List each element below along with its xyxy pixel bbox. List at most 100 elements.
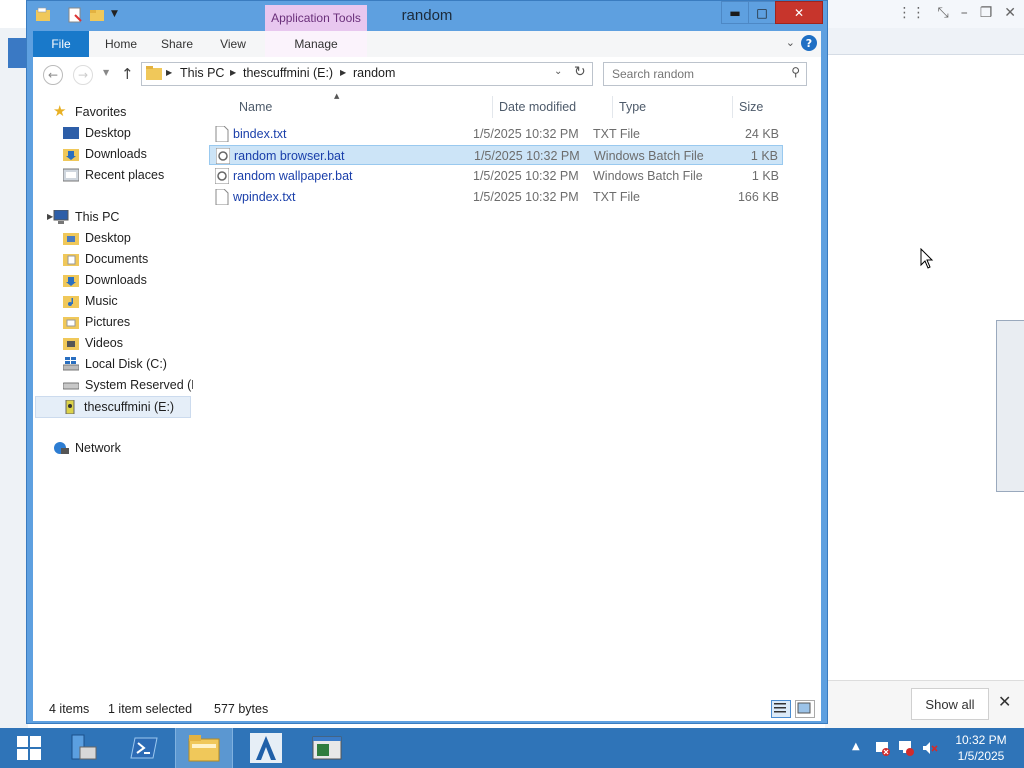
status-item-count: 4 items [49, 702, 90, 716]
taskbar-powershell[interactable] [115, 728, 173, 768]
column-type[interactable]: Type [613, 96, 733, 118]
ribbon-tabs: File Home Share View Manage ⌄ ? [33, 31, 821, 58]
volume-icon[interactable] [922, 740, 938, 756]
maximize-button[interactable]: □ [748, 1, 776, 24]
downloads-folder-icon [63, 275, 79, 287]
nav-pc-local-disk[interactable]: Local Disk (C:) [63, 354, 193, 374]
background-accent [8, 38, 28, 68]
minimize-button[interactable]: ▬ [721, 1, 749, 24]
network-icon [54, 442, 69, 454]
nav-pc-desktop[interactable]: Desktop [63, 228, 193, 248]
breadcrumb-this-pc[interactable]: This PC [180, 66, 224, 80]
address-dropdown-icon[interactable]: ⌄ [554, 66, 562, 77]
forward-button[interactable]: → [73, 65, 93, 85]
file-row-selected[interactable]: random browser.bat 1/5/2025 10:32 PM Win… [209, 145, 783, 165]
details-view-icon [774, 703, 786, 713]
nav-favorites[interactable]: ★ Favorites [53, 102, 193, 122]
nav-item-label: Desktop [85, 126, 131, 140]
nav-item-label: Desktop [85, 231, 131, 245]
refresh-icon[interactable]: ↻ [574, 64, 586, 80]
nav-item-label: System Reserved (D: [85, 378, 193, 392]
file-row[interactable]: bindex.txt 1/5/2025 10:32 PM TXT File 24… [209, 124, 783, 144]
action-center-icon[interactable] [874, 740, 890, 756]
explorer-window: ▼ Application Tools random ▬ □ ✕ File Ho… [26, 0, 828, 724]
clock-time: 10:32 PM [955, 733, 1007, 747]
restore-icon[interactable]: ❐ [980, 5, 993, 21]
nav-pc-downloads[interactable]: Downloads [63, 270, 193, 290]
nav-item-label: thescuffmini (E:) [84, 400, 175, 414]
address-bar[interactable]: ▶ This PC ▶ thescuffmini (E:) ▶ random ⌄… [141, 62, 593, 86]
show-all-button[interactable]: Show all [911, 688, 989, 720]
minimize-icon[interactable]: – [961, 5, 968, 21]
up-button[interactable]: ↑ [121, 65, 134, 83]
title-bar[interactable]: ▼ Application Tools random ▬ □ ✕ [27, 1, 827, 31]
close-button[interactable]: ✕ [775, 1, 823, 24]
nav-favorites-label: Favorites [75, 105, 127, 119]
search-icon[interactable]: ⚲ [791, 65, 800, 79]
tab-share[interactable]: Share [149, 31, 205, 57]
file-date: 1/5/2025 10:32 PM [473, 169, 579, 183]
status-bar: 4 items 1 item selected 577 bytes [33, 697, 821, 721]
search-input[interactable] [610, 65, 784, 83]
breadcrumb-separator-icon[interactable]: ▶ [230, 68, 236, 77]
back-button[interactable]: ← [43, 65, 63, 85]
close-icon[interactable]: ✕ [1004, 5, 1016, 21]
taskbar-app-a[interactable] [237, 728, 295, 768]
tab-view[interactable]: View [205, 31, 261, 57]
file-row[interactable]: random wallpaper.bat 1/5/2025 10:32 PM W… [209, 166, 783, 186]
text-file-icon [215, 126, 229, 142]
tab-home[interactable]: Home [93, 31, 149, 57]
breadcrumb-drive[interactable]: thescuffmini (E:) [243, 66, 333, 80]
nav-pc-pictures[interactable]: Pictures [63, 312, 193, 332]
breadcrumb-random[interactable]: random [353, 66, 395, 80]
taskbar-server-manager[interactable] [54, 728, 112, 768]
pin-icon[interactable]: ⤡ [938, 5, 949, 21]
expand-ribbon-icon[interactable]: ⌄ [786, 36, 795, 49]
nav-item-label: Downloads [85, 147, 147, 161]
nav-item-label: Recent places [85, 168, 165, 182]
nav-item-label: Pictures [85, 315, 131, 329]
background-titlebar: ⋮⋮ ⤡ – ❐ ✕ [825, 0, 1024, 29]
details-view-button[interactable] [771, 700, 791, 718]
nav-pc-music[interactable]: Music [63, 291, 193, 311]
help-icon[interactable]: ? [801, 35, 817, 51]
system-clock[interactable]: 10:32 PM 1/5/2025 [950, 732, 1012, 764]
music-folder-icon [63, 296, 79, 308]
column-date-modified[interactable]: Date modified [493, 96, 613, 118]
status-selection: 1 item selected [108, 702, 193, 716]
nav-network[interactable]: Network [53, 438, 193, 458]
nav-fav-recent[interactable]: Recent places [63, 165, 193, 185]
taskbar: ▲ 10:32 PM 1/5/2025 [0, 728, 1024, 768]
background-close-button[interactable]: ✕ [998, 692, 1011, 711]
file-explorer-icon [188, 735, 220, 762]
nav-fav-downloads[interactable]: Downloads [63, 144, 193, 164]
nav-pc-system-reserved[interactable]: System Reserved (D: [63, 375, 193, 395]
nav-pc-videos[interactable]: Videos [63, 333, 193, 353]
large-icons-view-button[interactable] [795, 700, 815, 718]
breadcrumb-separator-icon[interactable]: ▶ [340, 68, 346, 77]
nav-pc-documents[interactable]: Documents [63, 249, 193, 269]
file-size: 1 KB [750, 149, 778, 163]
pictures-folder-icon [63, 317, 79, 329]
file-row[interactable]: wpindex.txt 1/5/2025 10:32 PM TXT File 1… [209, 187, 783, 207]
a-app-icon [250, 733, 282, 763]
file-name: random wallpaper.bat [233, 169, 353, 183]
nav-fav-desktop[interactable]: Desktop [63, 123, 193, 143]
recent-locations-icon[interactable]: ▼ [103, 68, 109, 77]
tab-file[interactable]: File [33, 31, 89, 57]
show-hidden-icons[interactable]: ▲ [852, 741, 860, 752]
tab-manage[interactable]: Manage [265, 31, 367, 57]
grid-icon[interactable]: ⋮⋮ [898, 5, 926, 21]
column-name[interactable]: Name [233, 96, 493, 118]
column-size[interactable]: Size [733, 96, 813, 118]
folder-icon [63, 233, 79, 245]
taskbar-app-window[interactable] [298, 728, 356, 768]
taskbar-file-explorer[interactable] [175, 728, 233, 768]
search-box[interactable]: ⚲ [603, 62, 807, 86]
breadcrumb-separator-icon[interactable]: ▶ [166, 68, 172, 77]
start-button[interactable] [0, 728, 58, 768]
status-bytes: 577 bytes [214, 702, 269, 716]
nav-pc-thescuffmini[interactable]: thescuffmini (E:) [35, 396, 191, 418]
network-tray-icon[interactable] [898, 740, 914, 756]
nav-this-pc[interactable]: This PC [53, 207, 193, 227]
